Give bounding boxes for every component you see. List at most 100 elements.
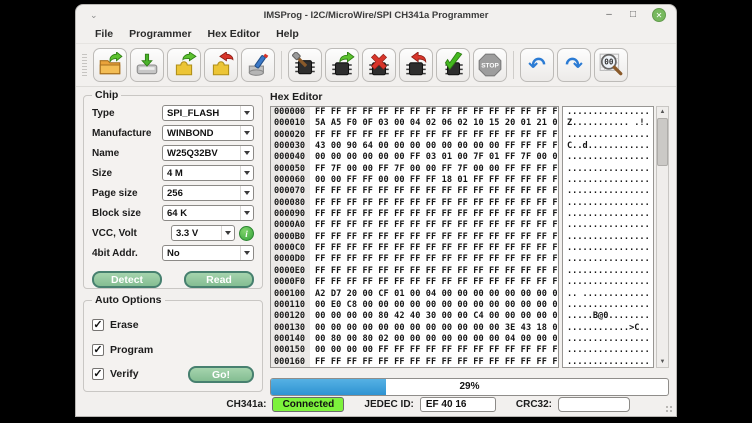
ascii-row[interactable]: ................ [563, 164, 653, 175]
hex-bytes[interactable]: 00 00 00 00 00 00 FF 03 01 00 7F 01 FF 7… [310, 152, 559, 163]
ascii-row[interactable]: ................ [563, 186, 653, 197]
hex-row[interactable]: 0000D0FF FF FF FF FF FF FF FF FF FF FF F… [271, 254, 558, 265]
hex-row[interactable]: 00006000 00 FF FF 00 00 FF FF 18 01 FF F… [271, 175, 558, 186]
ascii-row[interactable]: .. ............. [563, 289, 653, 300]
minimize-button[interactable]: – [604, 10, 614, 20]
undo-button[interactable]: ↶ [520, 48, 554, 82]
ascii-row[interactable]: ................ [563, 130, 653, 141]
ascii-row[interactable]: ................ [563, 220, 653, 231]
hex-bytes[interactable]: 5A A5 F0 0F 03 00 04 02 06 02 10 15 20 0… [310, 118, 559, 129]
ascii-row[interactable]: ................ [563, 345, 653, 356]
chip-size-select[interactable]: 4 M [162, 165, 254, 181]
program-checkbox[interactable] [92, 344, 104, 356]
write-chip-button[interactable] [399, 48, 433, 82]
read-button[interactable]: Read [184, 271, 254, 288]
crc32-field[interactable] [558, 397, 630, 412]
menu-hex-editor[interactable]: Hex Editor [201, 26, 268, 42]
hex-bytes[interactable]: FF 7F 00 00 FF 7F 00 00 FF 7F 00 00 FF F… [310, 164, 559, 175]
erase-chip-button[interactable] [362, 48, 396, 82]
ascii-row[interactable]: .....B@0........ [563, 311, 653, 322]
hex-row[interactable]: 0000B0FF FF FF FF FF FF FF FF FF FF FF F… [271, 232, 558, 243]
hex-row[interactable]: 000000FF FF FF FF FF FF FF FF FF FF FF F… [271, 107, 558, 118]
hex-bytes[interactable]: FF FF FF FF FF FF FF FF FF FF FF FF FF F… [310, 220, 559, 231]
edit-buffer-button[interactable] [241, 48, 275, 82]
chip-block-size-select[interactable]: 64 K [162, 205, 254, 221]
maximize-button[interactable]: □ [628, 10, 638, 20]
ascii-row[interactable]: C..d............ [563, 141, 653, 152]
hex-bytes[interactable]: FF FF FF FF FF FF FF FF FF FF FF FF FF F… [310, 209, 559, 220]
save-part-button[interactable] [204, 48, 238, 82]
hex-bytes[interactable]: FF FF FF FF FF FF FF FF FF FF FF FF FF F… [310, 198, 559, 209]
hex-bytes[interactable]: FF FF FF FF FF FF FF FF FF FF FF FF FF F… [310, 357, 559, 368]
hex-bytes[interactable]: A2 D7 20 00 CF 01 00 04 00 00 00 00 00 0… [310, 289, 559, 300]
hex-row[interactable]: 000070FF FF FF FF FF FF FF FF FF FF FF F… [271, 186, 558, 197]
hex-row[interactable]: 0000105A A5 F0 0F 03 00 04 02 06 02 10 1… [271, 118, 558, 129]
hex-bytes[interactable]: 00 00 FF FF 00 00 FF FF 18 01 FF FF FF F… [310, 175, 559, 186]
toolbar-drag-handle[interactable] [82, 54, 87, 76]
chip-type-select[interactable]: SPI_FLASH [162, 105, 254, 121]
chip-name-select[interactable]: W25Q32BV [162, 145, 254, 161]
erase-checkbox[interactable] [92, 319, 104, 331]
hex-bytes[interactable]: 00 00 00 00 00 00 00 00 00 00 00 00 3E 4… [310, 323, 559, 334]
hex-bytes[interactable]: FF FF FF FF FF FF FF FF FF FF FF FF FF F… [310, 266, 559, 277]
find-hex-button[interactable]: 00 [594, 48, 628, 82]
hex-row[interactable]: 0000A0FF FF FF FF FF FF FF FF FF FF FF F… [271, 220, 558, 231]
jedec-id-field[interactable]: EF 40 16 [420, 397, 496, 412]
hex-scrollbar[interactable]: ▲ ▼ [656, 106, 669, 368]
ascii-row[interactable]: Z........... .!. [563, 118, 653, 129]
menu-programmer[interactable]: Programmer [122, 26, 198, 42]
redo-button[interactable]: ↷ [557, 48, 591, 82]
ascii-row[interactable]: ................ [563, 243, 653, 254]
chip-page-size-select[interactable]: 256 [162, 185, 254, 201]
ascii-row[interactable]: ................ [563, 357, 653, 368]
hex-bytes[interactable]: FF FF FF FF FF FF FF FF FF FF FF FF FF F… [310, 186, 559, 197]
scroll-up-icon[interactable]: ▲ [660, 107, 666, 117]
ascii-row[interactable]: ................ [563, 198, 653, 209]
ascii-row[interactable]: ................ [563, 209, 653, 220]
hex-bytes[interactable]: FF FF FF FF FF FF FF FF FF FF FF FF FF F… [310, 243, 559, 254]
scrollbar-thumb[interactable] [657, 118, 668, 166]
ascii-column[interactable]: ................Z........... .!.........… [562, 106, 654, 368]
go-button[interactable]: Go! [188, 366, 254, 383]
hex-row[interactable]: 000080FF FF FF FF FF FF FF FF FF FF FF F… [271, 198, 558, 209]
hex-bytes[interactable]: FF FF FF FF FF FF FF FF FF FF FF FF FF F… [310, 232, 559, 243]
detect-button[interactable]: Detect [92, 271, 162, 288]
hex-bytes[interactable]: FF FF FF FF FF FF FF FF FF FF FF FF FF F… [310, 277, 559, 288]
hex-row[interactable]: 0000E0FF FF FF FF FF FF FF FF FF FF FF F… [271, 266, 558, 277]
hex-bytes[interactable]: 00 00 00 00 FF FF FF FF FF FF FF FF FF F… [310, 345, 559, 356]
titlebar[interactable]: ⌄ IMSProg - I2C/MicroWire/SPI CH341a Pro… [76, 5, 676, 25]
hex-bytes[interactable]: 43 00 90 64 00 00 00 00 00 00 00 00 FF F… [310, 141, 559, 152]
hex-bytes[interactable]: 00 80 00 80 02 00 00 00 00 00 00 00 04 0… [310, 334, 559, 345]
scroll-down-icon[interactable]: ▼ [660, 357, 666, 367]
verify-checkbox[interactable] [92, 368, 104, 380]
hex-row[interactable]: 000100A2 D7 20 00 CF 01 00 04 00 00 00 0… [271, 289, 558, 300]
hex-row[interactable]: 000020FF FF FF FF FF FF FF FF FF FF FF F… [271, 130, 558, 141]
hex-bytes[interactable]: FF FF FF FF FF FF FF FF FF FF FF FF FF F… [310, 107, 559, 118]
hex-bytes[interactable]: 00 E0 C8 00 00 00 00 00 00 00 00 00 00 0… [310, 300, 559, 311]
chip-vcc-select[interactable]: 3.3 V [171, 225, 235, 241]
menu-help[interactable]: Help [269, 26, 306, 42]
hex-row[interactable]: 00013000 00 00 00 00 00 00 00 00 00 00 0… [271, 323, 558, 334]
detect-chip-button[interactable] [288, 48, 322, 82]
hex-row[interactable]: 000160FF FF FF FF FF FF FF FF FF FF FF F… [271, 357, 558, 368]
hex-bytes[interactable]: FF FF FF FF FF FF FF FF FF FF FF FF FF F… [310, 254, 559, 265]
hex-row[interactable]: 00014000 80 00 80 02 00 00 00 00 00 00 0… [271, 334, 558, 345]
hex-row[interactable]: 000090FF FF FF FF FF FF FF FF FF FF FF F… [271, 209, 558, 220]
hex-row[interactable]: 00015000 00 00 00 FF FF FF FF FF FF FF F… [271, 345, 558, 356]
close-button[interactable]: ✕ [652, 8, 666, 22]
chip-manufacture-select[interactable]: WINBOND [162, 125, 254, 141]
ascii-row[interactable]: ................ [563, 107, 653, 118]
hex-row[interactable]: 00012000 00 00 00 80 42 40 30 00 00 C4 0… [271, 311, 558, 322]
ascii-row[interactable]: ................ [563, 334, 653, 345]
ascii-row[interactable]: ................ [563, 175, 653, 186]
stop-button[interactable]: STOP [473, 48, 507, 82]
ascii-row[interactable]: ................ [563, 300, 653, 311]
ascii-row[interactable]: ................ [563, 277, 653, 288]
hex-grid[interactable]: 000000FF FF FF FF FF FF FF FF FF FF FF F… [270, 106, 559, 368]
save-file-button[interactable] [130, 48, 164, 82]
hex-row[interactable]: 00004000 00 00 00 00 00 FF 03 01 00 7F 0… [271, 152, 558, 163]
menu-file[interactable]: File [88, 26, 120, 42]
ascii-row[interactable]: ................ [563, 254, 653, 265]
hex-row[interactable]: 00003043 00 90 64 00 00 00 00 00 00 00 0… [271, 141, 558, 152]
verify-chip-button[interactable] [436, 48, 470, 82]
